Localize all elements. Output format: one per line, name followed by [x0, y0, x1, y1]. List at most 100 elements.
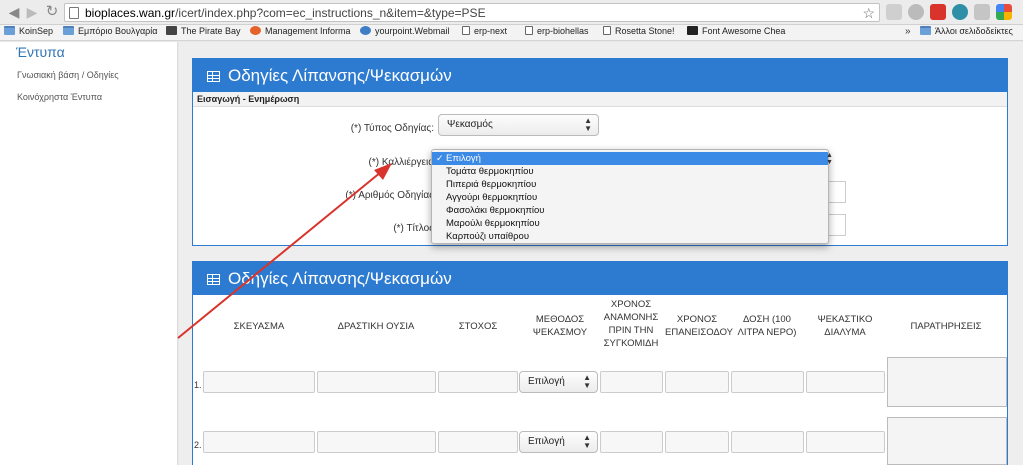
bookmark-item[interactable]: erp-biohellas	[525, 26, 589, 36]
remarks-textarea[interactable]	[887, 357, 1007, 407]
dropbox-icon[interactable]	[974, 4, 990, 20]
target-input[interactable]	[438, 431, 518, 453]
spray-method-select[interactable]: Επιλογή ▲ ▼	[519, 371, 598, 393]
column-header: ΣΤΟΧΟΣ	[458, 321, 498, 332]
table-icon	[207, 71, 220, 82]
gmail-icon[interactable]	[930, 4, 946, 20]
crop-dropdown-menu[interactable]: ✓ Επιλογή Τομάτα θερμοκηπίου Πιπεριά θερμ…	[431, 149, 829, 244]
active-substance-input[interactable]	[317, 431, 436, 453]
column-header: ΔΡΑΣΤΙΚΗ ΟΥΣΙΑ	[337, 321, 415, 332]
webmail-icon	[360, 26, 371, 35]
bookmark-item[interactable]: yourpoint.Webmail	[360, 26, 449, 36]
extension-icon[interactable]	[908, 4, 924, 20]
page-icon	[69, 7, 79, 19]
browser-toolbar: ◀ ▶ ↻ bioplaces.wan.gr/icert/index.php?c…	[0, 0, 1023, 25]
bookmark-item[interactable]: Font Awesome Chea	[687, 26, 785, 36]
crop-option-label: Τομάτα θερμοκηπίου	[446, 166, 534, 177]
checkmark-icon: ✓	[436, 153, 444, 163]
product-input[interactable]	[203, 371, 315, 393]
apple-icon	[250, 26, 261, 35]
address-bar[interactable]: bioplaces.wan.gr/icert/index.php?com=ec_…	[64, 3, 880, 22]
type-label: (*) Τύπος Οδηγίας:	[350, 123, 434, 134]
crop-option[interactable]: ✓ Επιλογή	[432, 152, 828, 165]
bookmark-item[interactable]: KoinSep	[4, 26, 53, 36]
extension-icon[interactable]	[952, 4, 968, 20]
url-text[interactable]: bioplaces.wan.gr/icert/index.php?com=ec_…	[85, 6, 486, 20]
product-input[interactable]	[203, 431, 315, 453]
target-input[interactable]	[438, 371, 518, 393]
select-arrows-icon: ▲ ▼	[583, 373, 591, 390]
bookmark-label: Εμπόριο Βουλγαρία	[78, 26, 158, 36]
bookmark-item[interactable]: The Pirate Bay	[166, 26, 241, 36]
crop-option[interactable]: Μαρούλι θερμοκηπίου	[432, 217, 828, 230]
column-header: ΧΡΟΝΟΣ ΕΠΑΝΕΙΣΟΔΟΥ	[665, 314, 733, 338]
bookmarks-overflow-button[interactable]: »	[905, 26, 911, 37]
page-icon	[603, 26, 611, 35]
crop-option[interactable]: Φασολάκι θερμοκηπίου	[432, 204, 828, 217]
reentry-time-input[interactable]	[665, 431, 729, 453]
back-icon[interactable]: ◀	[6, 4, 22, 20]
folder-icon	[920, 26, 931, 35]
dose-input[interactable]	[731, 371, 804, 393]
extension-icon[interactable]	[996, 4, 1012, 20]
bookmark-label: Management Informa	[265, 26, 351, 36]
number-input[interactable]	[828, 181, 846, 203]
dose-input[interactable]	[731, 431, 804, 453]
active-substance-input[interactable]	[317, 371, 436, 393]
select-arrows-icon: ▲ ▼	[583, 433, 591, 450]
bookmark-label: erp-next	[474, 26, 508, 36]
bookmark-item[interactable]: Rosetta Stone!	[603, 26, 675, 36]
crop-label: (*) Καλλιέργεια	[368, 157, 435, 168]
crop-option-label: Πιπεριά θερμοκηπίου	[446, 179, 537, 190]
type-select[interactable]: Ψεκασμός ▲ ▼	[438, 114, 599, 136]
reentry-time-input[interactable]	[665, 371, 729, 393]
bookmark-star-icon[interactable]: ☆	[862, 5, 875, 22]
bookmark-label: yourpoint.Webmail	[375, 26, 450, 36]
select-arrows-icon: ▲ ▼	[584, 116, 592, 133]
number-label: (*) Αριθμός Οδηγίας	[345, 190, 434, 201]
crop-option-label: Φασολάκι θερμοκηπίου	[446, 205, 545, 216]
bookmark-item[interactable]: erp-next	[462, 26, 507, 36]
crop-option[interactable]: Καρπούζι υπαίθρου	[432, 230, 828, 243]
harvest-wait-input[interactable]	[600, 371, 663, 393]
column-header: ΠΑΡΑΤΗΡΗΣΕΙΣ	[910, 321, 982, 332]
bookmark-item[interactable]: Εμπόριο Βουλγαρία	[63, 26, 157, 36]
bookmark-label: Άλλοι σελιδοδείκτες	[935, 26, 1013, 36]
bookmark-item[interactable]: Management Informa	[250, 26, 351, 36]
bookmark-label: KoinSep	[19, 26, 54, 36]
extension-icon[interactable]	[886, 4, 902, 20]
column-header: ΔΟΣΗ (100 ΛΙΤΡΑ ΝΕΡΟ)	[737, 314, 797, 338]
sidebar-item-shared-forms[interactable]: Κοινόχρηστα Έντυπα	[17, 92, 102, 102]
crop-option[interactable]: Τομάτα θερμοκηπίου	[432, 165, 828, 178]
remarks-textarea[interactable]	[887, 417, 1007, 465]
table-icon	[207, 274, 220, 285]
bookmark-label: erp-biohellas	[537, 26, 589, 36]
spray-solution-input[interactable]	[806, 431, 885, 453]
sidebar-heading: Έντυπα	[16, 44, 65, 60]
column-header: ΨΕΚΑΣΤΙΚΟ ΔΙΑΛΥΜΑ	[817, 314, 873, 338]
reload-icon[interactable]: ↻	[44, 4, 60, 20]
form-subtitle: Εισαγωγή - Ενημέρωση	[193, 92, 1007, 107]
crop-option-label: Καρπούζι υπαίθρου	[446, 231, 530, 242]
url-host: bioplaces.wan.gr	[85, 6, 176, 20]
bookmark-label: The Pirate Bay	[181, 26, 241, 36]
spray-method-value: Επιλογή	[528, 376, 565, 387]
spray-solution-input[interactable]	[806, 371, 885, 393]
crop-option[interactable]: Πιπεριά θερμοκηπίου	[432, 178, 828, 191]
sidebar: Έντυπα Γνωσιακή βάση / Οδηγίες Κοινόχρησ…	[0, 42, 178, 465]
spray-method-select[interactable]: Επιλογή ▲ ▼	[519, 431, 598, 453]
table-panel-header: Οδηγίες Λίπανσης/Ψεκασμών	[193, 262, 1007, 295]
crop-option[interactable]: Αγγούρι θερμοκηπίου	[432, 191, 828, 204]
type-select-value: Ψεκασμός	[447, 119, 493, 130]
sidebar-item-knowledge-base[interactable]: Γνωσιακή βάση / Οδηγίες	[17, 70, 119, 80]
forward-icon[interactable]: ▶	[24, 4, 40, 20]
bookmarks-bar: KoinSep Εμπόριο Βουλγαρία The Pirate Bay…	[0, 25, 1023, 41]
bookmark-label: Font Awesome Chea	[702, 26, 786, 36]
harvest-wait-input[interactable]	[600, 431, 663, 453]
title-input[interactable]	[828, 214, 846, 236]
form-panel-title: Οδηγίες Λίπανσης/Ψεκασμών	[228, 66, 452, 85]
folder-icon	[63, 26, 74, 35]
other-bookmarks[interactable]: Άλλοι σελιδοδείκτες	[920, 26, 1013, 36]
form-panel-header: Οδηγίες Λίπανσης/Ψεκασμών	[193, 59, 1007, 92]
select-arrows-icon: ▲ ▼	[826, 152, 833, 166]
